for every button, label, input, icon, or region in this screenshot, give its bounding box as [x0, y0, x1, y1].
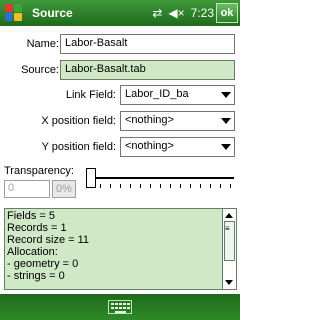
bottom-bar — [0, 294, 240, 320]
info-line: Allocation: — [7, 246, 58, 258]
source-field: Labor-Basalt.tab — [60, 60, 235, 80]
link-field-value: Labor_ID_ba — [125, 88, 189, 100]
transparency-input[interactable]: 0 — [4, 180, 50, 198]
x-position-value: <nothing> — [125, 114, 174, 126]
transparency-label: Transparency: — [4, 165, 74, 177]
keyboard-icon[interactable] — [108, 300, 132, 314]
volume-icon[interactable]: ◀× — [168, 6, 184, 20]
info-line: Fields = 5 — [7, 210, 55, 222]
ok-button[interactable]: ok — [216, 3, 238, 23]
title-bar: Source ⇄ ◀× 7:23 ok — [0, 0, 240, 26]
y-position-dropdown[interactable]: <nothing> — [120, 137, 235, 157]
info-lines: Fields = 5 Records = 1 Record size = 11 … — [7, 210, 89, 282]
windows-start-icon[interactable] — [4, 3, 24, 23]
name-label: Name: — [26, 38, 59, 50]
x-position-dropdown[interactable]: <nothing> — [120, 111, 235, 131]
window-title: Source — [32, 6, 73, 20]
info-line: Records = 1 — [7, 222, 67, 234]
y-position-value: <nothing> — [125, 140, 174, 152]
scroll-up-icon[interactable] — [225, 213, 233, 218]
link-field-dropdown[interactable]: Labor_ID_ba — [120, 85, 235, 105]
x-position-label: X position field: — [41, 115, 116, 127]
percent-button[interactable]: 0% — [52, 180, 76, 198]
info-line: - strings = 0 — [7, 270, 65, 282]
link-field-label: Link Field: — [65, 89, 116, 101]
status-area: ⇄ ◀× 7:23 — [152, 0, 214, 26]
clock[interactable]: 7:23 — [191, 6, 214, 20]
connectivity-icon[interactable]: ⇄ — [152, 6, 162, 20]
scrollbar[interactable]: ≡ — [222, 209, 236, 289]
info-text-area[interactable]: Fields = 5 Records = 1 Record size = 11 … — [4, 208, 237, 290]
chevron-down-icon — [221, 118, 231, 124]
info-line: Record size = 11 — [7, 234, 90, 246]
source-label: Source: — [21, 64, 59, 76]
info-line: - geometry = 0 — [7, 258, 79, 270]
y-position-label: Y position field: — [41, 141, 116, 153]
slider-thumb[interactable] — [86, 168, 96, 188]
grip-icon: ≡ — [225, 224, 230, 233]
name-field[interactable]: Labor-Basalt — [60, 34, 235, 54]
chevron-down-icon — [221, 144, 231, 150]
chevron-down-icon — [221, 92, 231, 98]
scroll-down-icon[interactable] — [225, 280, 233, 285]
slider-track[interactable] — [88, 177, 234, 179]
